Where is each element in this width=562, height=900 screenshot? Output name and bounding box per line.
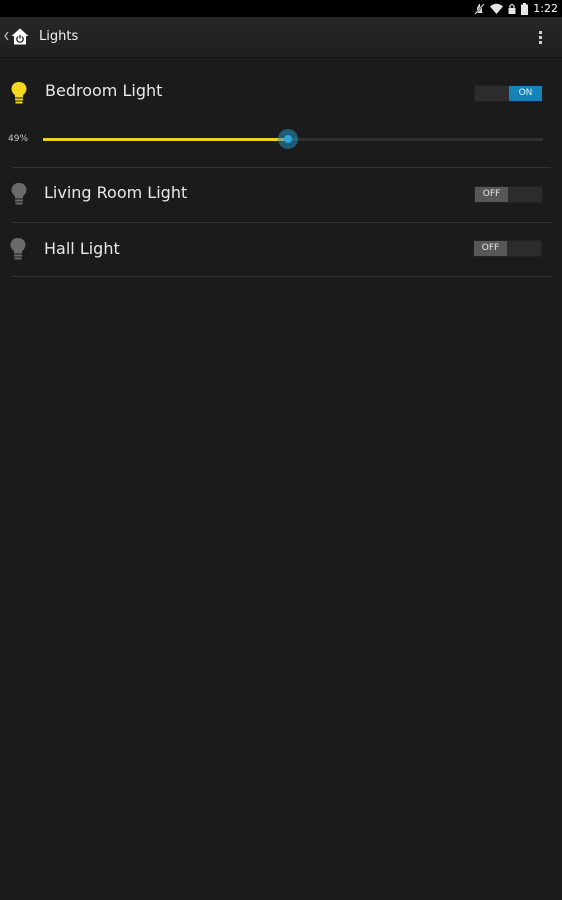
list-item-living-room-light: Living Room Light OFF <box>0 168 562 223</box>
lightbulb-icon <box>10 238 26 260</box>
status-bar: 1:22 <box>0 0 562 17</box>
hall-light-toggle[interactable]: OFF <box>473 240 542 257</box>
toggle-state-label: OFF <box>475 187 508 202</box>
action-bar: Lights <box>0 17 562 58</box>
overflow-menu-icon <box>539 31 542 34</box>
brightness-fill <box>43 138 288 141</box>
home-power-icon <box>11 28 29 45</box>
toggle-state-label: ON <box>509 86 542 101</box>
overflow-dot <box>539 41 542 44</box>
light-name: Living Room Light <box>44 183 188 202</box>
light-name: Hall Light <box>44 239 120 258</box>
divider <box>12 276 551 277</box>
toggle-state-label: OFF <box>474 241 507 256</box>
list-item-bedroom-light: Bedroom Light ON 49% <box>0 58 562 168</box>
brightness-slider[interactable] <box>43 129 543 149</box>
bedroom-light-toggle[interactable]: ON <box>474 85 543 102</box>
status-time: 1:22 <box>533 2 558 15</box>
light-name: Bedroom Light <box>45 81 163 100</box>
overflow-menu-button[interactable] <box>528 25 552 49</box>
battery-icon <box>521 2 529 15</box>
lightbulb-icon <box>11 183 27 205</box>
wifi-icon <box>490 3 504 14</box>
overflow-dot <box>539 36 542 39</box>
lights-list: Bedroom Light ON 49% Living Room Light O… <box>0 58 562 278</box>
living-room-light-toggle[interactable]: OFF <box>474 186 543 203</box>
page-title: Lights <box>39 29 79 44</box>
list-item-hall-light: Hall Light OFF <box>0 223 562 278</box>
brightness-label: 49% <box>8 134 29 144</box>
lock-icon <box>508 3 516 14</box>
notification-muted-icon <box>474 2 486 15</box>
brightness-slider-thumb[interactable] <box>278 129 298 149</box>
chevron-left-icon <box>4 31 9 41</box>
lightbulb-icon <box>11 82 27 104</box>
status-icons: 1:22 <box>474 1 558 16</box>
